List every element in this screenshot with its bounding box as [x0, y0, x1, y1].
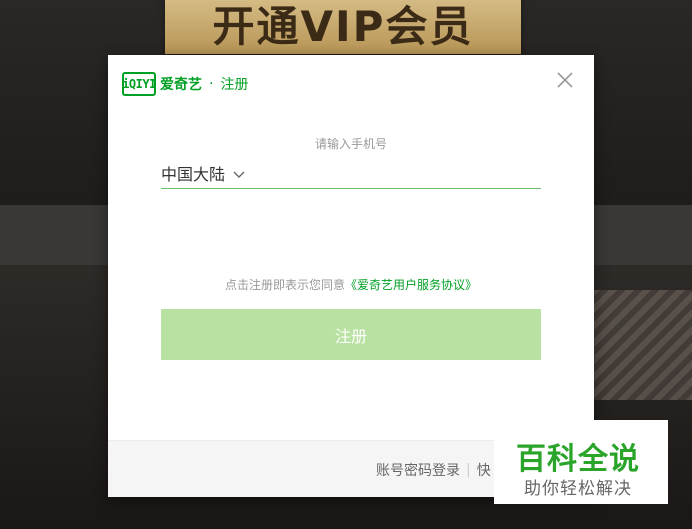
quick-login-link[interactable]: 快	[477, 460, 491, 480]
dialog-header: iQIYI 爱奇艺 · 注册	[122, 70, 248, 98]
footer-separator: |	[466, 462, 471, 478]
phone-field: 中国大陆	[161, 158, 541, 189]
watermark: 百科全说 助你轻松解决	[494, 420, 668, 504]
phone-input[interactable]	[255, 159, 541, 187]
password-login-link[interactable]: 账号密码登录	[376, 460, 460, 480]
watermark-subtitle: 助你轻松解决	[524, 479, 632, 499]
agreement-link[interactable]: 《爱奇艺用户服务协议》	[345, 278, 477, 292]
watermark-title: 百科全说	[516, 442, 640, 477]
footer-links: 账号密码登录 | 快	[376, 460, 491, 480]
register-button[interactable]: 注册	[161, 309, 541, 360]
region-select[interactable]: 中国大陆	[161, 161, 245, 185]
phone-hint: 请输入手机号	[314, 137, 387, 151]
agreement-prefix: 点击注册即表示您同意	[224, 278, 345, 292]
region-label: 中国大陆	[161, 165, 226, 184]
chevron-down-icon	[233, 164, 245, 183]
background-roof	[592, 290, 692, 400]
title-separator: ·	[209, 76, 214, 92]
agreement-text: 点击注册即表示您同意《爱奇艺用户服务协议》	[108, 276, 594, 293]
logo-text: iQIYI	[122, 77, 156, 91]
vip-banner: 开通VIP会员	[165, 0, 521, 54]
brand-name: 爱奇艺	[160, 77, 202, 93]
dialog-title: 注册	[220, 77, 249, 93]
iqiyi-logo: iQIYI	[122, 72, 156, 96]
close-icon[interactable]	[554, 69, 576, 91]
